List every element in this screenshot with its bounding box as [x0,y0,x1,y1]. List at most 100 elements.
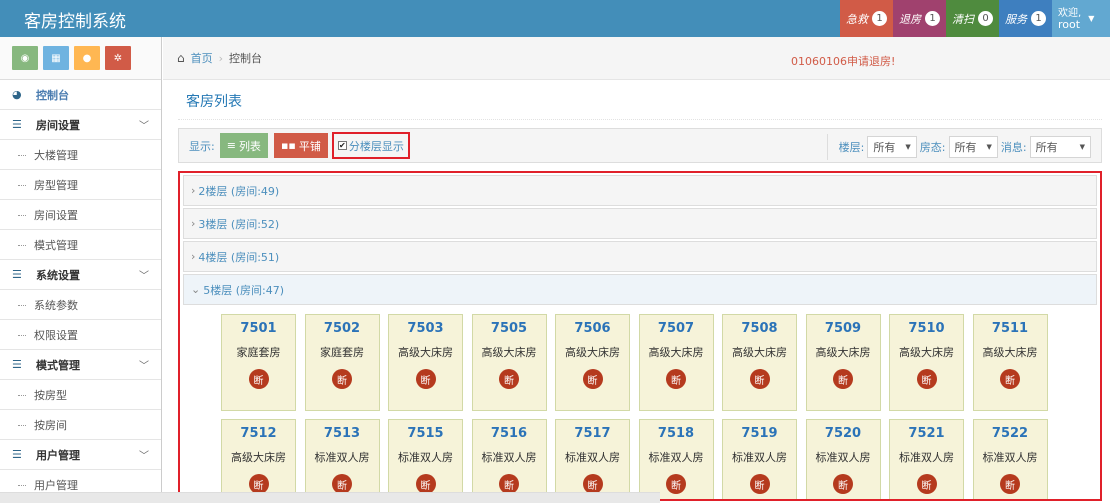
sidebar-group-user-management[interactable]: ☰ 用户管理 ﹀ [0,440,161,470]
room-card[interactable]: 7521 标准双人房断 [889,419,964,499]
sidebar-shortcuts: ◉ ▦ ● ✲ [0,37,161,80]
room-card[interactable]: 7508 高级大床房断 [722,314,797,411]
room-card[interactable]: 7510 高级大床房断 [889,314,964,411]
username: root [1058,17,1081,31]
sidebar-group-system-settings[interactable]: ☰ 系统设置 ﹀ [0,260,161,290]
rescue-label: 急救 [846,12,868,26]
room-type: 家庭套房 [236,346,281,359]
room-card[interactable]: 7519 标准双人房断 [722,419,797,499]
floor-filter-select[interactable]: 所有 ▼ [867,136,917,158]
checkout-button[interactable]: 退房 1 [893,0,946,37]
list-view-label: 列表 [238,139,261,153]
room-number: 7516 [490,426,528,441]
floor-grouping-label: 分楼层显示 [348,139,404,153]
room-card[interactable]: 7511 高级大床房断 [972,314,1048,411]
room-number: 7510 [908,321,945,336]
sidebar-item-label: 模式管理 [36,358,80,372]
floor-grouping-checkbox[interactable]: ✔ 分楼层显示 [331,132,410,159]
sidebar-group-mode-management[interactable]: ☰ 模式管理 ﹀ [0,350,161,380]
grid-icon: ▪▪ [280,139,296,152]
sidebar-item-system-params[interactable]: 系统参数 [0,290,161,320]
floor-4-header[interactable]: › 4楼层 (房间:51) [183,241,1097,272]
service-count-badge: 1 [1031,11,1046,26]
room-card[interactable]: 7501 家庭套房断 [221,314,296,411]
room-type: 标准双人房 [398,451,453,464]
dashboard-icon[interactable]: ◉ [12,46,38,70]
room-card[interactable]: 7516 标准双人房断 [471,419,547,499]
floor-3-header[interactable]: › 3楼层 (房间:52) [183,208,1097,239]
room-type: 高级大床房 [648,346,704,359]
cogs-icon[interactable]: ✲ [105,46,131,70]
room-card[interactable]: 7505 高级大床房断 [471,314,547,411]
room-number: 7519 [741,426,778,441]
room-card[interactable]: 7507 高级大床房断 [638,314,714,411]
rescue-button[interactable]: 急救 1 [840,0,893,37]
horizontal-scrollbar[interactable] [0,492,660,503]
room-number: 7506 [574,321,611,336]
user-menu[interactable]: 欢迎, root ▼ [1052,0,1110,37]
sidebar-item-mode[interactable]: 模式管理 [0,230,161,260]
room-card[interactable]: 7503 高级大床房断 [388,314,463,411]
sidebar-item-dashboard[interactable]: ◕ 控制台 [0,80,161,110]
room-card[interactable]: 7517 标准双人房断 [555,419,630,499]
caret-down-icon: ▼ [1088,14,1095,23]
sidebar-item-room-setup[interactable]: 房间设置 [0,200,161,230]
sidebar-item-by-room-type[interactable]: 按房型 [0,380,161,410]
room-card[interactable]: 7506 高级大床房断 [555,314,630,411]
list-icon: ☰ [12,268,22,281]
message-filter-value: 所有 [1035,141,1058,154]
floor-label: 3楼层 (房间:52) [198,217,280,231]
room-number: 7509 [824,321,862,336]
app-title: 客房控制系统 [24,12,126,32]
room-type: 标准双人房 [565,451,620,464]
floor-5-header[interactable]: ⌄ 5楼层 (房间:47) [183,274,1097,305]
floor-filter-label: 楼层: [838,141,865,154]
service-button[interactable]: 服务 1 [999,0,1052,37]
room-status-badge: 断 [1000,474,1020,494]
room-number: 7507 [657,321,695,336]
room-card[interactable]: 7518 标准双人房断 [638,419,714,499]
checkbox-box[interactable]: ✔ [337,141,347,150]
sidebar-item-building[interactable]: 大楼管理 [0,140,161,170]
floor-2-header[interactable]: › 2楼层 (房间:49) [183,175,1097,206]
room-card[interactable]: 7502 家庭套房断 [304,314,380,411]
room-type: 高级大床房 [398,346,453,359]
sidebar-item-label: 系统设置 [36,268,80,282]
sidebar-group-room-settings[interactable]: ☰ 房间设置 ﹀ [0,110,161,140]
main-content: 客房列表 显示: ≡ 列表 ▪▪ 平铺 ✔ 分楼层显示 楼层: 所有 ▼ 房态:… [178,88,1102,501]
room-number: 7512 [240,426,277,441]
cleaning-button[interactable]: 清扫 0 [946,0,999,37]
message-filter-select[interactable]: 所有 ▼ [1029,136,1091,158]
breadcrumb-home[interactable]: 首页 [191,50,213,66]
dropdown-arrow-icon: ▼ [986,143,992,151]
top-navbar: 客房控制系统 急救 1 退房 1 清扫 0 服务 1 欢迎, root ▼ [0,0,1110,37]
room-card[interactable]: 7515 标准双人房断 [388,419,463,499]
room-status-badge: 断 [499,369,519,389]
tile-view-button[interactable]: ▪▪ 平铺 [273,133,328,158]
sidebar-item-permissions[interactable]: 权限设置 [0,320,161,350]
top-action-buttons: 急救 1 退房 1 清扫 0 服务 1 欢迎, root ▼ [840,0,1110,37]
sidebar-item-by-room[interactable]: 按房间 [0,410,161,440]
list-view-button[interactable]: ≡ 列表 [219,133,268,158]
room-status-badge: 断 [499,474,519,494]
room-number: 7521 [908,426,945,441]
status-filter-select[interactable]: 所有 ▼ [948,136,998,158]
room-card[interactable]: 7522 标准双人房断 [972,419,1048,499]
room-card[interactable]: 7520 标准双人房断 [805,419,881,499]
chevron-down-icon: ⌄ [191,283,201,296]
room-card[interactable]: 7509 高级大床房断 [805,314,881,411]
grid-icon[interactable]: ▦ [43,46,69,70]
sidebar-item-room-type[interactable]: 房型管理 [0,170,161,200]
chevron-down-icon: ﹀ [139,121,149,132]
room-card[interactable]: 7512 高级大床房断 [221,419,296,499]
room-number: 7508 [741,321,778,336]
floor-label: 2楼层 (房间:49) [198,184,280,198]
display-toolbar: 显示: ≡ 列表 ▪▪ 平铺 ✔ 分楼层显示 楼层: 所有 ▼ 房态: 所有 ▼… [178,128,1102,163]
room-status-badge: 断 [248,369,269,389]
home-icon[interactable]: ⌂ [177,51,185,65]
user-icon[interactable]: ● [74,46,100,70]
room-grid: 7501 家庭套房断 7502 家庭套房断 7503 高级大床房断 7505 高级大床房断 75… [180,305,1100,499]
room-card[interactable]: 7513 标准双人房断 [304,419,380,499]
floor-label: 5楼层 (房间:47) [203,283,284,297]
breadcrumb-current: 控制台 [229,52,263,65]
